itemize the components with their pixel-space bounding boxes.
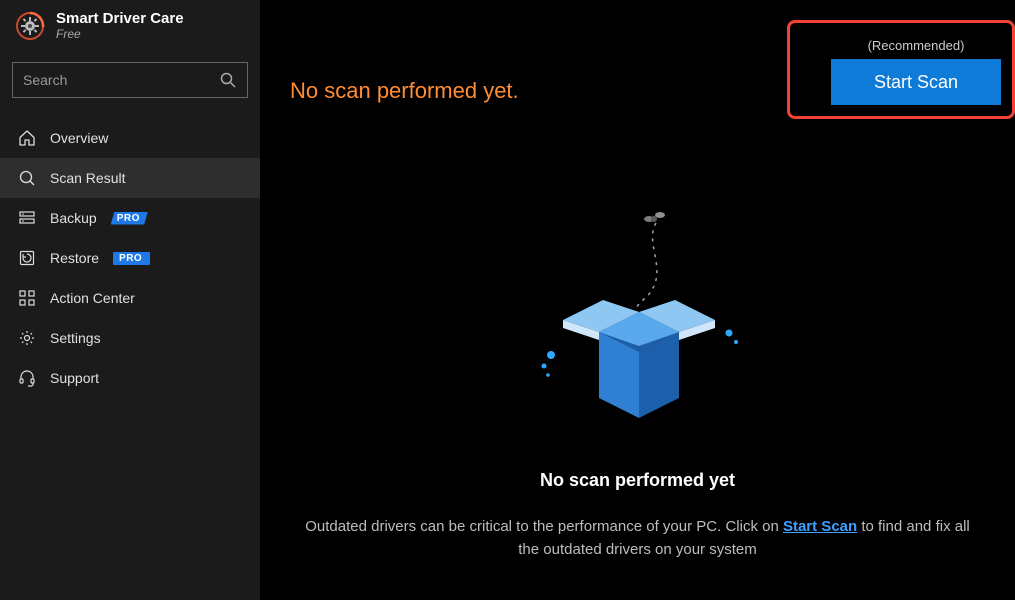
start-scan-highlight: (Recommended) Start Scan [787,20,1015,119]
search-input[interactable] [23,72,219,88]
start-scan-link[interactable]: Start Scan [783,518,857,535]
sidebar-item-action-center[interactable]: Action Center [0,278,260,318]
sidebar-item-label: Support [50,370,99,386]
status-message: No scan performed yet. [290,78,519,104]
sidebar-item-label: Overview [50,130,108,146]
start-scan-button-label: Start Scan [874,72,958,93]
empty-state-title: No scan performed yet [260,470,1015,491]
sidebar-item-scan-result[interactable]: Scan Result [0,158,260,198]
grid-icon [18,289,36,307]
recommended-label: (Recommended) [868,38,965,53]
headset-icon [18,369,36,387]
empty-state-description: Outdated drivers can be critical to the … [260,515,1015,562]
search-icon [219,71,237,89]
sidebar-item-backup[interactable]: Backup PRO [0,198,260,238]
pro-badge: PRO [113,252,150,265]
empty-state-illustration [533,205,743,440]
main-content: No scan performed yet. (Recommended) Sta… [260,0,1015,600]
home-icon [18,129,36,147]
sidebar-item-label: Restore [50,250,99,266]
nav: Overview Scan Result Backup PRO Rest [0,118,260,398]
sidebar-item-label: Scan Result [50,170,125,186]
app-edition: Free [56,28,184,42]
start-scan-button[interactable]: Start Scan [831,59,1001,105]
empty-desc-before: Outdated drivers can be critical to the … [305,518,783,535]
sidebar-item-label: Backup [50,210,97,226]
sidebar-item-overview[interactable]: Overview [0,118,260,158]
backup-icon [18,209,36,227]
scan-icon [18,169,36,187]
sidebar-item-label: Action Center [50,290,135,306]
sidebar-item-support[interactable]: Support [0,358,260,398]
gear-icon [18,329,36,347]
sidebar-item-settings[interactable]: Settings [0,318,260,358]
app-title: Smart Driver Care [56,10,184,27]
search-input-wrapper[interactable] [12,62,248,98]
brand: Smart Driver Care Free [0,0,260,50]
app-logo-icon [14,10,46,42]
restore-icon [18,249,36,267]
pro-badge: PRO [111,212,148,225]
sidebar-item-label: Settings [50,330,101,346]
sidebar-item-restore[interactable]: Restore PRO [0,238,260,278]
sidebar: Smart Driver Care Free Overview Scan [0,0,260,600]
